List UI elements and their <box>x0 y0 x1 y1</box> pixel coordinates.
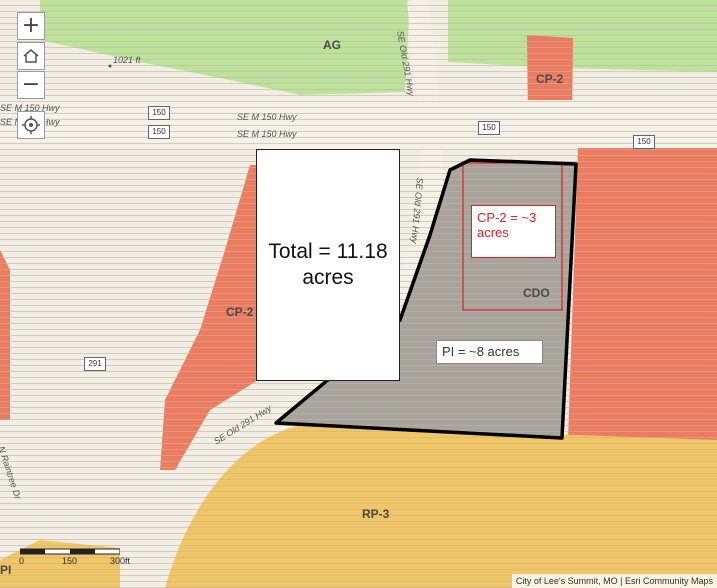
zone-label-cdo: CDO <box>523 286 550 300</box>
locate-button[interactable] <box>17 111 45 139</box>
road-label-m150-d: SE M 150 Hwy <box>237 129 297 139</box>
scale-bar: 0 150 300ft <box>19 548 130 568</box>
shield-150-a: 150 <box>148 106 170 120</box>
total-acres-annotation: Total = 11.18 acres <box>256 149 400 381</box>
zone-label-cp2-left: CP-2 <box>226 305 254 319</box>
home-button[interactable] <box>17 42 45 70</box>
zoom-out-button[interactable]: − <box>17 71 45 99</box>
scale-label-0: 0 <box>19 556 25 566</box>
home-icon <box>23 49 39 63</box>
zone-label-cp2-top: CP-2 <box>536 72 564 86</box>
shield-150-d: 150 <box>633 135 655 149</box>
shield-150-c: 150 <box>478 121 500 135</box>
zone-label-ag: AG <box>323 38 341 52</box>
total-acres-text: Total = 11.18 acres <box>268 240 388 289</box>
zone-label-rp3: RP-3 <box>362 507 390 521</box>
map-attribution[interactable]: City of Lee's Summit, MO | Esri Communit… <box>511 574 717 588</box>
zone-label-pi: PI <box>0 563 12 577</box>
zoom-in-button[interactable]: + <box>17 12 45 40</box>
elevation-label: 1021 ft <box>113 55 141 65</box>
pi-acres-annotation: PI = ~8 acres <box>436 340 543 364</box>
shield-291: 291 <box>84 357 106 371</box>
road-label-m150-c: SE M 150 Hwy <box>237 112 297 122</box>
shield-150-b: 150 <box>148 125 170 139</box>
scale-bar-graphic <box>20 548 120 555</box>
elevation-point <box>108 64 112 68</box>
locate-icon <box>22 116 40 134</box>
cp2-acres-annotation: CP-2 = ~3 acres <box>471 205 556 258</box>
scale-label-300: 300ft <box>110 556 131 566</box>
scale-label-150: 150 <box>62 556 78 566</box>
